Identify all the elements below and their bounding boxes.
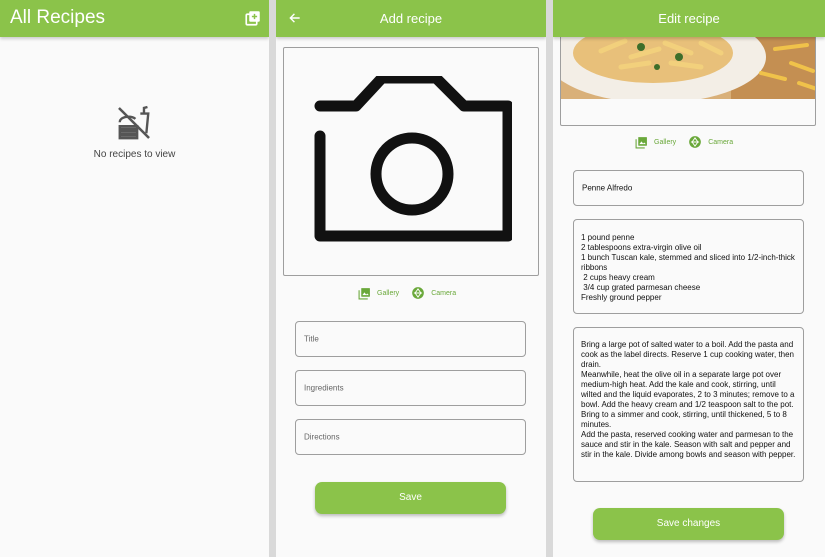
ingredients-field[interactable]: Ingredients [295, 370, 526, 406]
camera-button[interactable]: Camera [411, 286, 456, 300]
directions-field[interactable]: Bring a large pot of salted water to a b… [573, 327, 804, 482]
all-recipes-screen: All Recipes No recipes to view [0, 0, 269, 557]
gallery-label: Gallery [654, 138, 677, 146]
title-field[interactable]: Title [295, 321, 526, 357]
ingredients-field[interactable]: 1 pound penne 2 tablespoons extra-virgin… [573, 219, 804, 314]
camera-shutter-icon [689, 136, 702, 148]
empty-state-text: No recipes to view [93, 149, 176, 160]
directions-field[interactable]: Directions [295, 419, 526, 455]
page-title: Add recipe [379, 11, 443, 26]
save-button[interactable]: Save [315, 482, 506, 514]
gallery-button[interactable]: Gallery [635, 136, 676, 149]
directions-value: Bring a large pot of salted water to a b… [581, 340, 796, 459]
image-source-row: Gallery Camera [358, 286, 468, 300]
title-value: Penne Alfredo [582, 183, 633, 193]
image-source-row: Gallery Camera [635, 135, 745, 149]
save-changes-button[interactable]: Save changes [593, 508, 784, 540]
gallery-icon [635, 136, 647, 148]
add-recipe-screen: Add recipe Gallery Camera Title Ingredie… [276, 0, 546, 557]
page-title: Edit recipe [658, 11, 720, 26]
camera-label: Camera [708, 138, 734, 146]
camera-button[interactable]: Camera [688, 135, 733, 149]
directions-placeholder: Directions [304, 432, 340, 442]
title-placeholder: Title [304, 334, 319, 344]
app-bar: Edit recipe [553, 0, 825, 37]
image-placeholder[interactable] [283, 47, 539, 276]
gallery-button[interactable]: Gallery [358, 287, 399, 300]
camera-shutter-icon [412, 287, 425, 299]
ingredients-placeholder: Ingredients [304, 383, 344, 393]
edit-recipe-screen: Edit recipe Gallery Camera Penne Alfredo… [553, 0, 825, 557]
recipe-image[interactable] [560, 22, 816, 126]
camera-icon [312, 72, 514, 253]
add-box-icon[interactable] [242, 7, 264, 29]
app-bar: All Recipes [0, 0, 269, 37]
ingredients-value: 1 pound penne 2 tablespoons extra-virgin… [581, 233, 795, 302]
gallery-icon [358, 287, 370, 299]
gallery-label: Gallery [377, 289, 400, 297]
app-bar: Add recipe [276, 0, 546, 37]
camera-label: Camera [431, 289, 457, 297]
page-title: All Recipes [10, 7, 106, 28]
title-field[interactable]: Penne Alfredo [573, 170, 804, 206]
no-food-icon [114, 103, 154, 143]
